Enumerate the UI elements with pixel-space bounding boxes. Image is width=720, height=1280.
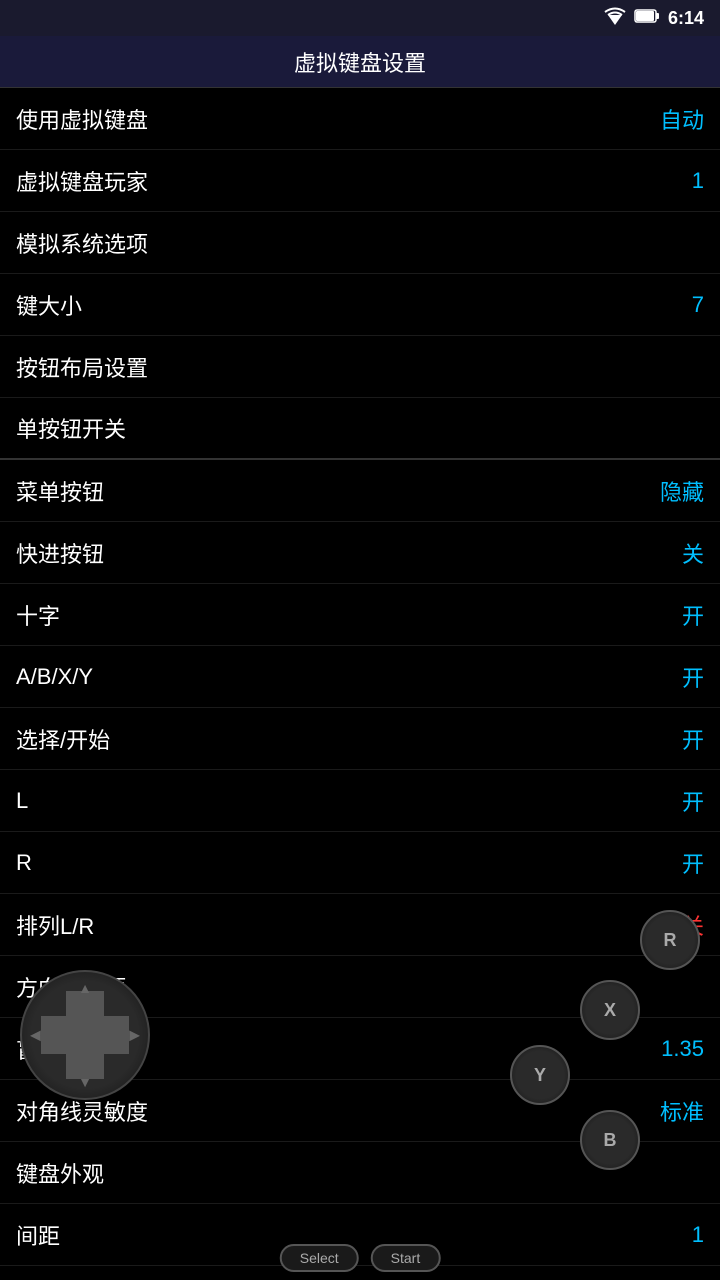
settings-content: 使用虚拟键盘 自动虚拟键盘玩家 1 模拟系统选项键大小 7 按钮布局设置单按钮开关菜单按钮… [0, 88, 720, 1266]
setting-row-abxy[interactable]: A/B/X/Y 开 [0, 646, 720, 708]
setting-label-dead-zone: 盲区 [16, 1033, 60, 1065]
setting-row-sort-lr[interactable]: 排列L/R 关 [0, 894, 720, 956]
setting-row-select-start[interactable]: 选择/开始 开 [0, 708, 720, 770]
setting-row-virtual-keyboard-player[interactable]: 虚拟键盘玩家 1 [0, 150, 720, 212]
setting-value-use-virtual-keyboard: 自动 [660, 103, 704, 135]
setting-label-r-button: R [16, 850, 32, 876]
settings-list: 使用虚拟键盘 自动虚拟键盘玩家 1 模拟系统选项键大小 7 按钮布局设置单按钮开关菜单按钮… [0, 88, 720, 1266]
setting-value-sort-lr: 关 [664, 909, 704, 941]
setting-label-l-button: L [16, 788, 28, 814]
setting-value-r-button: 开 [664, 847, 704, 879]
setting-label-virtual-keyboard-player: 虚拟键盘玩家 [16, 165, 148, 197]
setting-row-r-button[interactable]: R开 [0, 832, 720, 894]
setting-label-select-start: 选择/开始 [16, 723, 110, 755]
setting-row-emulation-system-options[interactable]: 模拟系统选项 [0, 212, 720, 274]
setting-value-abxy: 开 [664, 661, 704, 693]
setting-row-l-button[interactable]: L开 [0, 770, 720, 832]
setting-row-button-layout[interactable]: 按钮布局设置 [0, 336, 720, 398]
setting-label-use-virtual-keyboard: 使用虚拟键盘 [16, 103, 148, 135]
setting-value-fast-forward-button: 关 [664, 537, 704, 569]
status-time: 6:14 [668, 8, 704, 29]
setting-row-key-size[interactable]: 键大小 7 [0, 274, 720, 336]
battery-icon [634, 9, 660, 28]
setting-label-abxy: A/B/X/Y [16, 664, 93, 690]
setting-row-spacing[interactable]: 间距 1 [0, 1204, 720, 1266]
setting-row-menu-button[interactable]: 菜单按钮 隐藏 [0, 460, 720, 522]
setting-value-dead-zone: 1.35 [661, 1036, 704, 1062]
title-bar: 虚拟键盘设置 [0, 36, 720, 88]
setting-value-virtual-keyboard-player: 1 [664, 168, 704, 194]
setting-row-keyboard-appearance[interactable]: 键盘外观 [0, 1142, 720, 1204]
setting-label-spacing: 间距 [16, 1219, 60, 1251]
setting-label-key-size: 键大小 [16, 289, 82, 321]
page-title: 虚拟键盘设置 [294, 46, 426, 78]
setting-row-dpad-options[interactable]: 方向键选项 [0, 956, 720, 1018]
setting-row-single-button-toggle[interactable]: 单按钮开关 [0, 398, 720, 460]
setting-value-spacing: 1 [664, 1222, 704, 1248]
setting-label-sort-lr: 排列L/R [16, 909, 94, 941]
setting-label-fast-forward-button: 快进按钮 [16, 537, 104, 569]
setting-value-dpad: 开 [664, 599, 704, 631]
setting-row-dpad[interactable]: 十字 开 [0, 584, 720, 646]
setting-label-dpad-options: 方向键选项 [16, 971, 126, 1003]
setting-row-diagonal-sensitivity[interactable]: 对角线灵敏度 标准 [0, 1080, 720, 1142]
setting-label-diagonal-sensitivity: 对角线灵敏度 [16, 1095, 148, 1127]
setting-label-emulation-system-options: 模拟系统选项 [16, 227, 148, 259]
setting-row-fast-forward-button[interactable]: 快进按钮 关 [0, 522, 720, 584]
setting-label-keyboard-appearance: 键盘外观 [16, 1157, 104, 1189]
setting-value-l-button: 开 [664, 785, 704, 817]
setting-label-menu-button: 菜单按钮 [16, 475, 104, 507]
setting-value-diagonal-sensitivity: 标准 [660, 1095, 704, 1127]
setting-row-dead-zone[interactable]: 盲区 1.35 [0, 1018, 720, 1080]
setting-label-button-layout: 按钮布局设置 [16, 351, 148, 383]
setting-value-select-start: 开 [664, 723, 704, 755]
setting-value-menu-button: 隐藏 [660, 475, 704, 507]
setting-value-key-size: 7 [664, 292, 704, 318]
wifi-icon [604, 7, 626, 30]
status-bar: 6:14 [0, 0, 720, 36]
setting-row-use-virtual-keyboard[interactable]: 使用虚拟键盘 自动 [0, 88, 720, 150]
setting-label-single-button-toggle: 单按钮开关 [16, 412, 126, 444]
setting-label-dpad: 十字 [16, 599, 60, 631]
